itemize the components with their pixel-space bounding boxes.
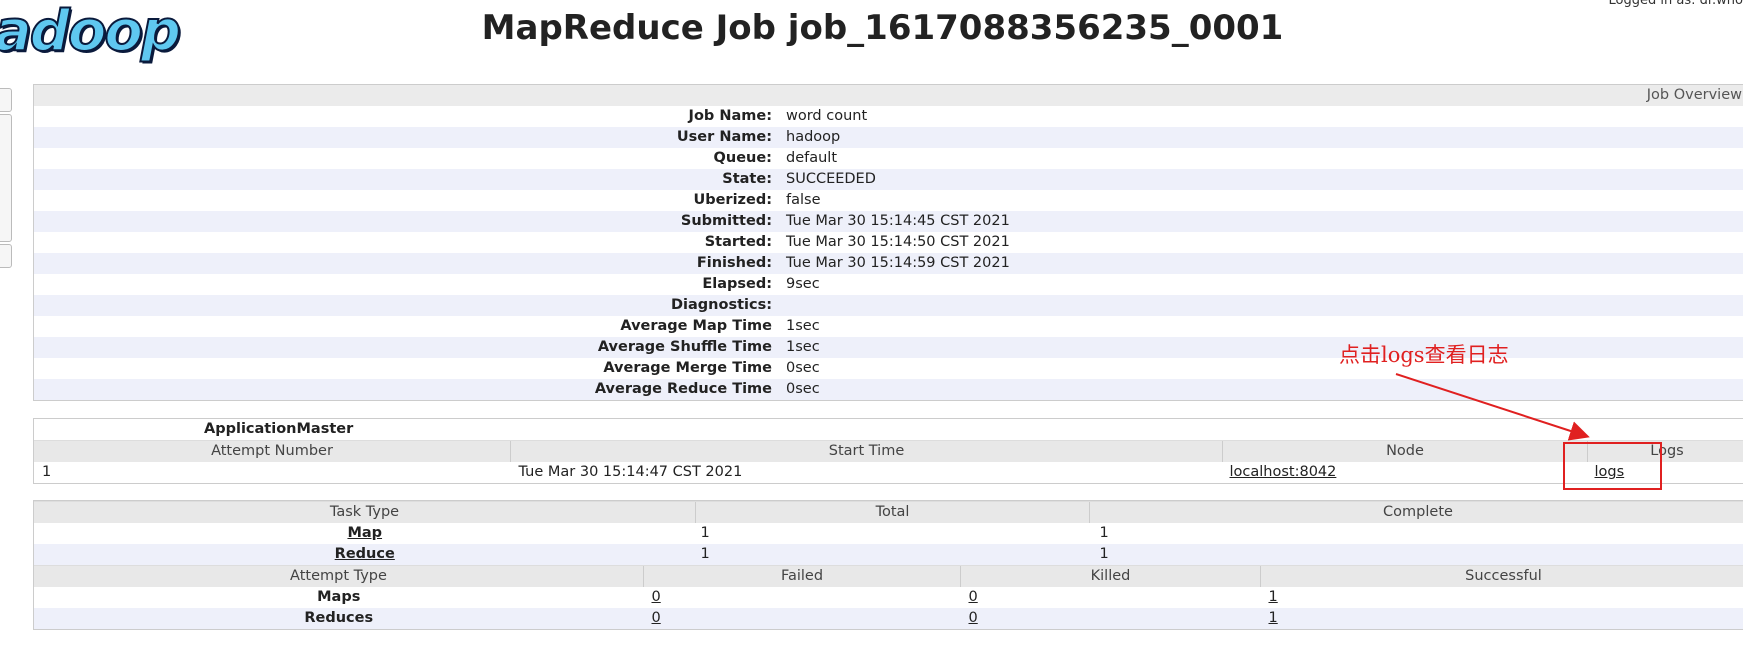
annotation-arrow-icon (1395, 373, 1590, 441)
logs-highlight-box (1563, 442, 1662, 490)
